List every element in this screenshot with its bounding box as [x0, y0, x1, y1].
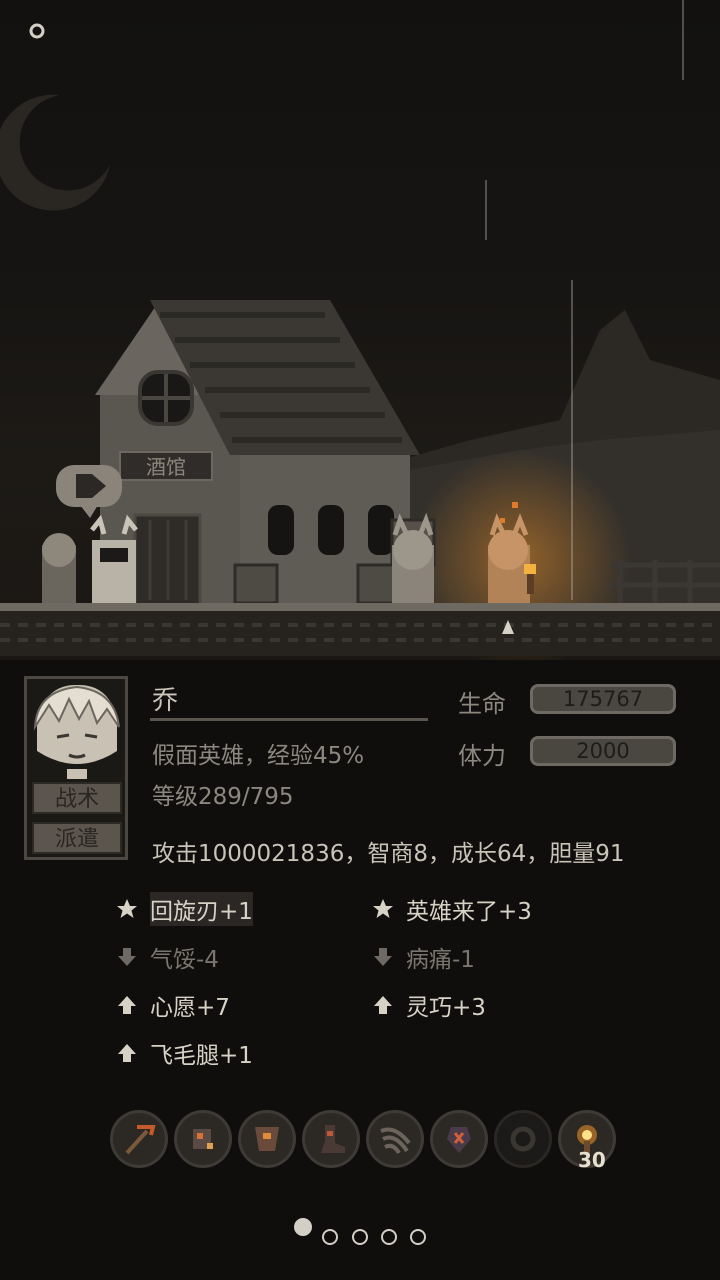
equip-slot-rune[interactable]	[430, 1110, 488, 1168]
trait-item[interactable]: 气馁-4	[116, 940, 219, 974]
npc-character	[392, 512, 434, 603]
arrow-up-icon	[118, 996, 136, 1014]
equip-slot-armor[interactable]	[238, 1110, 296, 1168]
arrow-up-icon	[374, 996, 392, 1014]
equip-slot-pickaxe[interactable]	[110, 1110, 168, 1168]
hero-name: 乔	[152, 686, 179, 716]
trait-item[interactable]: 回旋刃+1	[116, 892, 253, 926]
armor-icon	[255, 1127, 279, 1151]
trait-item[interactable]: 英雄来了+3	[372, 892, 532, 926]
menu-ring-icon[interactable]	[28, 22, 46, 40]
name-divider	[150, 718, 428, 721]
game-scene: 酒馆	[0, 0, 720, 660]
page-dot-4[interactable]	[381, 1229, 397, 1245]
equip-slot-claw[interactable]	[366, 1110, 424, 1168]
page-dot-5[interactable]	[410, 1229, 426, 1245]
boots-icon	[321, 1125, 345, 1153]
trait-label: 心愿+7	[150, 995, 230, 1021]
hero-title-exp: 假面英雄，经验45%	[152, 743, 365, 769]
trait-label: 病痛-1	[406, 947, 475, 973]
hero-level: 等级289/795	[152, 784, 294, 810]
star-icon	[117, 899, 137, 918]
moon-icon	[0, 94, 110, 211]
hp-bar: 175767	[530, 684, 676, 714]
equip-slot-boots[interactable]	[302, 1110, 360, 1168]
scene-art: 酒馆	[0, 94, 720, 660]
arrow-up-icon	[118, 1044, 136, 1062]
trait-label: 气馁-4	[150, 947, 219, 973]
page-dot-1[interactable]	[294, 1218, 312, 1236]
dispatch-button[interactable]: 派遣	[32, 822, 122, 854]
rune-icon	[447, 1127, 471, 1153]
arrow-down-icon	[374, 948, 392, 966]
torch-count: 30	[578, 1148, 606, 1172]
stamina-label: 体力	[458, 742, 506, 770]
trait-label: 回旋刃+1	[150, 892, 253, 926]
trait-label: 灵巧+3	[406, 995, 486, 1021]
tavern-sign: 酒馆	[146, 455, 186, 479]
gauntlet-icon	[193, 1129, 213, 1149]
trait-item[interactable]: 心愿+7	[116, 988, 230, 1022]
equip-slot-empty[interactable]	[494, 1110, 552, 1168]
empty-slot-icon	[510, 1126, 536, 1152]
hero-character	[42, 514, 138, 603]
arrow-down-icon	[118, 948, 136, 966]
hero-attributes: 攻击1000021836，智商8，成长64，胆量91	[152, 841, 625, 867]
claw-icon	[380, 1127, 411, 1155]
stamina-bar: 2000	[530, 736, 676, 766]
trait-item[interactable]: 飞毛腿+1	[116, 1036, 253, 1070]
trait-label: 飞毛腿+1	[150, 1043, 253, 1069]
page-dot-2[interactable]	[322, 1229, 338, 1245]
equip-slot-gauntlet[interactable]	[174, 1110, 232, 1168]
page-dot-3[interactable]	[352, 1229, 368, 1245]
star-icon	[373, 899, 393, 918]
trait-item[interactable]: 灵巧+3	[372, 988, 486, 1022]
hero-face-icon	[33, 684, 120, 781]
hp-label: 生命	[458, 690, 506, 718]
trait-item[interactable]: 病痛-1	[372, 940, 475, 974]
pickaxe-icon	[125, 1125, 156, 1155]
trait-label: 英雄来了+3	[406, 899, 532, 925]
tactics-button[interactable]: 战术	[32, 782, 122, 814]
